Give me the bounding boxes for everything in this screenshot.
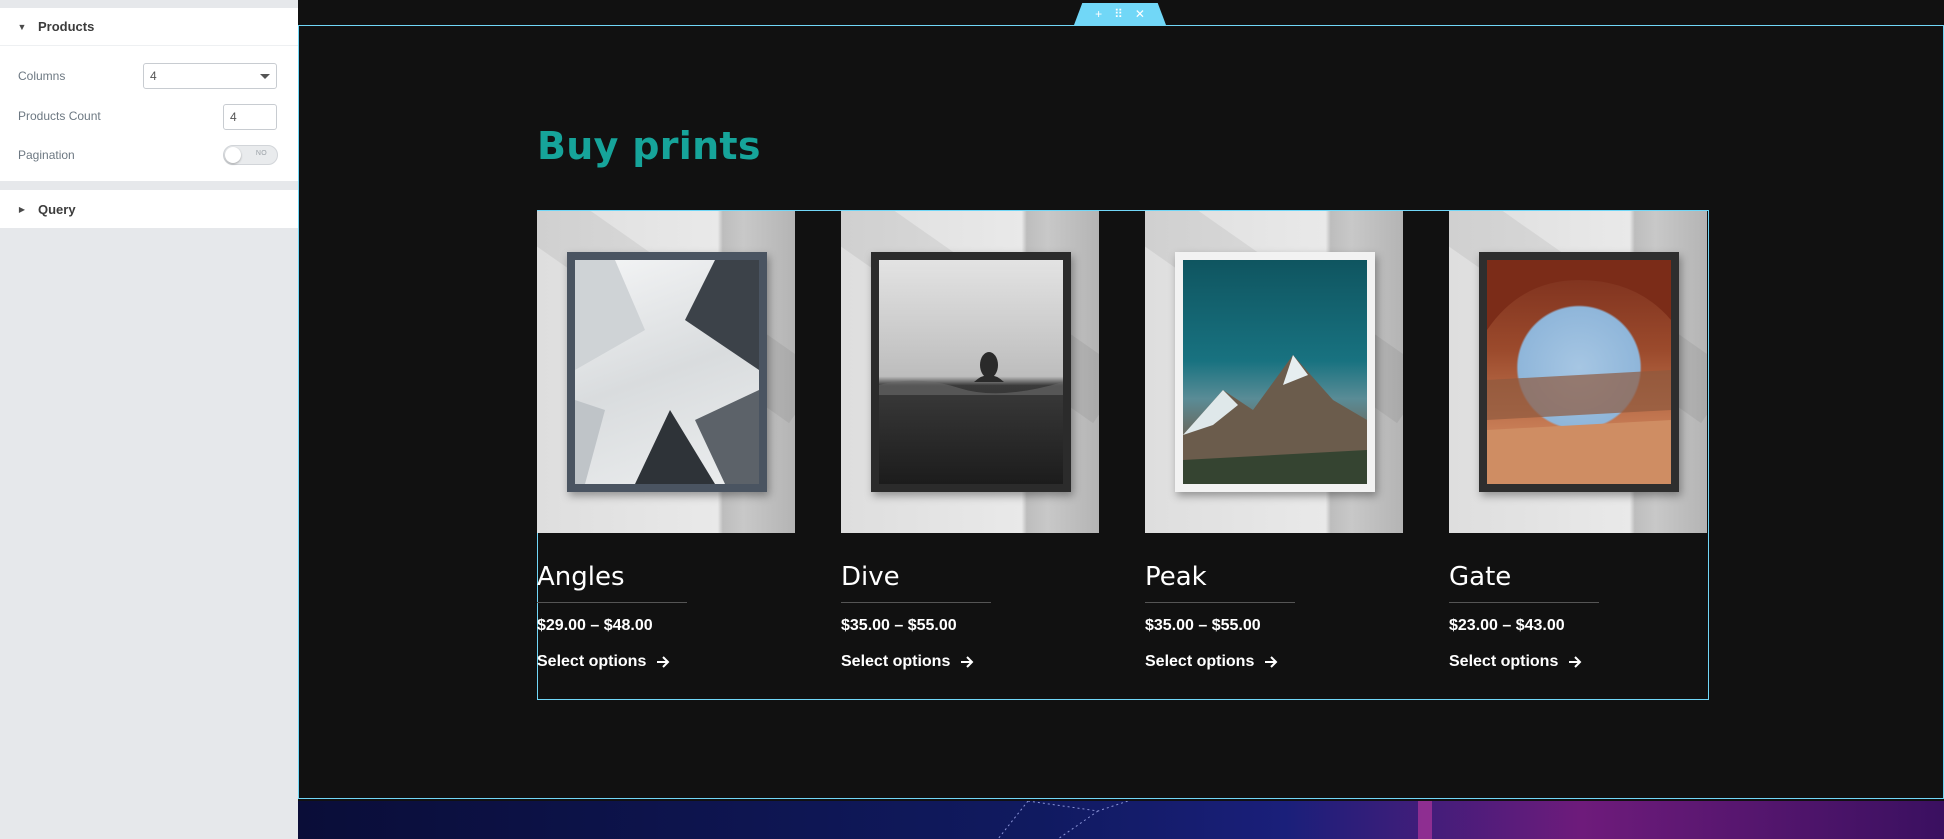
- product-name[interactable]: Gate: [1449, 562, 1707, 592]
- product-price: $35.00 – $55.00: [841, 617, 957, 634]
- arrow-right-icon: [1569, 656, 1582, 668]
- select-options-label: Select options: [841, 653, 951, 670]
- section-products-toggle[interactable]: ▼ Products: [0, 8, 298, 46]
- editor-panel: ▼ Products Columns 4 Products Count 4 Pa…: [0, 0, 298, 839]
- arrow-right-icon: [961, 656, 974, 668]
- product-name[interactable]: Peak: [1145, 562, 1403, 592]
- products-count-value: 4: [230, 110, 237, 124]
- caret-right-icon: ▶: [18, 204, 26, 214]
- next-section-preview: [298, 801, 1944, 839]
- toggle-knob: [225, 147, 241, 163]
- photo-angles: [575, 260, 759, 484]
- section-query-title: Query: [38, 201, 76, 217]
- divider: [1449, 602, 1599, 603]
- columns-select[interactable]: 4: [143, 63, 277, 89]
- page-heading: Buy prints: [537, 124, 761, 168]
- product-image[interactable]: [537, 211, 795, 533]
- columns-value: 4: [150, 69, 157, 83]
- arrow-right-icon: [657, 656, 670, 668]
- section-query-toggle[interactable]: ▶ Query: [0, 190, 298, 228]
- product-name[interactable]: Angles: [537, 562, 795, 592]
- close-icon[interactable]: ✕: [1135, 7, 1145, 21]
- product-card: Gate $23.00 – $43.00 Select options: [1449, 211, 1707, 671]
- section-products-title: Products: [38, 19, 95, 34]
- mountain-illustration: [1183, 355, 1367, 484]
- arch-illustration: [1487, 260, 1671, 484]
- select-options-label: Select options: [1449, 653, 1559, 670]
- products-controls: Columns 4 Products Count 4 Pagination NO: [0, 46, 298, 181]
- photo-dive: [879, 260, 1063, 484]
- photo-peak: [1183, 260, 1367, 484]
- picture-frame: [871, 252, 1071, 492]
- products-count-input[interactable]: 4: [223, 104, 277, 130]
- select-options-label: Select options: [1145, 653, 1255, 670]
- buildings-illustration: [575, 260, 759, 484]
- picture-frame: [1175, 252, 1375, 492]
- divider: [841, 602, 991, 603]
- section-handle: + ⠿ ✕: [1074, 3, 1166, 25]
- select-options-label: Select options: [537, 653, 647, 670]
- select-options-button[interactable]: Select options: [1145, 653, 1403, 671]
- add-section-icon[interactable]: +: [1095, 7, 1102, 21]
- product-price: $29.00 – $48.00: [537, 617, 653, 634]
- preview-canvas: + ⠿ ✕ Buy prints Angles $29.00 – $48.00 …: [298, 0, 1944, 839]
- products-count-label: Products Count: [18, 109, 101, 123]
- caret-down-icon: ▼: [17, 21, 27, 32]
- pagination-state: NO: [255, 150, 267, 157]
- product-name[interactable]: Dive: [841, 562, 1099, 592]
- product-card: Peak $35.00 – $55.00 Select options: [1145, 211, 1403, 671]
- select-options-button[interactable]: Select options: [537, 653, 795, 671]
- divider: [1145, 602, 1295, 603]
- divider: [537, 602, 687, 603]
- photo-gate: [1487, 260, 1671, 484]
- dropdown-arrow-icon: [260, 74, 270, 79]
- product-image[interactable]: [1145, 211, 1403, 533]
- pagination-toggle[interactable]: NO: [223, 145, 278, 165]
- product-price: $23.00 – $43.00: [1449, 617, 1565, 634]
- product-card: Angles $29.00 – $48.00 Select options: [537, 211, 795, 671]
- product-price: $35.00 – $55.00: [1145, 617, 1261, 634]
- drag-handle-icon[interactable]: ⠿: [1114, 7, 1123, 21]
- network-graphic: [997, 801, 1432, 839]
- arrow-right-icon: [1265, 656, 1278, 668]
- select-options-button[interactable]: Select options: [841, 653, 1099, 671]
- product-image[interactable]: [841, 211, 1099, 533]
- columns-label: Columns: [18, 69, 66, 83]
- product-image[interactable]: [1449, 211, 1707, 533]
- swimmer-illustration: [879, 352, 1063, 395]
- pagination-label: Pagination: [18, 148, 75, 162]
- picture-frame: [567, 252, 767, 492]
- picture-frame: [1479, 252, 1679, 492]
- select-options-button[interactable]: Select options: [1449, 653, 1707, 671]
- product-card: Dive $35.00 – $55.00 Select options: [841, 211, 1099, 671]
